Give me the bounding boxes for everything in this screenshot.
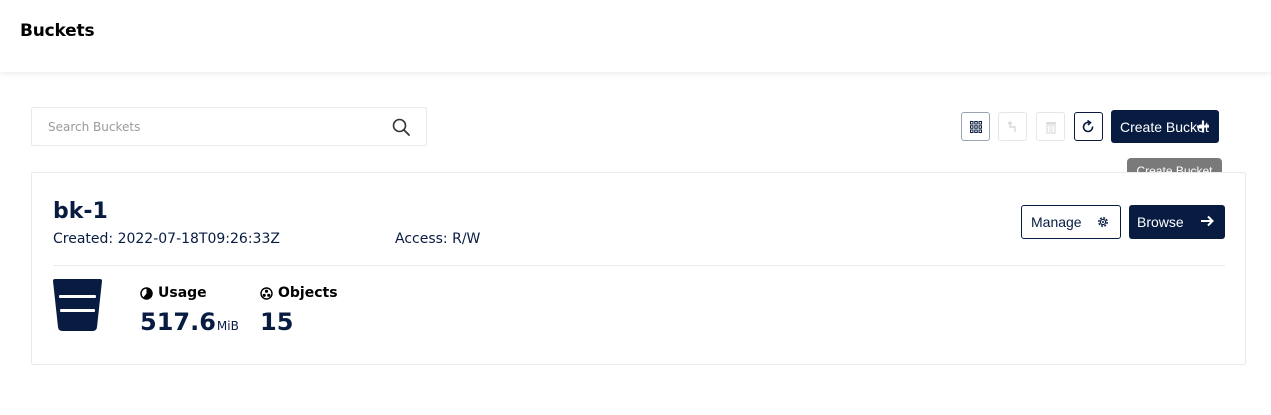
create-bucket-label: Create Bucket: [1120, 118, 1209, 135]
bucket-name[interactable]: bk-1: [53, 199, 108, 224]
usage-label: Usage: [158, 285, 207, 301]
delete-icon: [1045, 121, 1056, 134]
bucket-created: Created: 2022-07-18T09:26:33Z: [53, 231, 280, 247]
refresh-icon: [1082, 119, 1094, 132]
objects-icon: [260, 286, 273, 300]
manage-button[interactable]: Manage: [1021, 205, 1121, 239]
usage-value: 517.6: [140, 308, 216, 336]
pie-chart-icon: [140, 286, 153, 300]
objects-stat: Objects 15: [260, 285, 338, 336]
delete-button[interactable]: [1036, 112, 1065, 141]
refresh-button[interactable]: [1074, 112, 1103, 141]
card-divider: [53, 265, 1225, 266]
grid-view-button[interactable]: [961, 112, 990, 141]
search-input[interactable]: [48, 118, 378, 136]
arrow-right-icon: [1201, 215, 1214, 227]
bucket-access: Access: R/W: [395, 231, 481, 247]
manage-label: Manage: [1031, 214, 1082, 230]
browse-label: Browse: [1137, 214, 1184, 230]
bucket-icon: [53, 279, 102, 331]
usage-stat: Usage 517.6MiB: [140, 285, 239, 336]
browse-button[interactable]: Browse: [1129, 205, 1225, 239]
gear-icon: [1098, 217, 1108, 227]
replication-icon: [1007, 120, 1016, 132]
top-bar: Buckets: [0, 0, 1271, 72]
grid-icon: [969, 120, 982, 133]
search-icon[interactable]: [392, 118, 410, 136]
usage-unit: MiB: [216, 319, 239, 333]
objects-label: Objects: [278, 285, 338, 301]
plus-icon: [1197, 120, 1209, 133]
create-bucket-button[interactable]: Create Bucket: [1111, 110, 1219, 143]
bucket-card: bk-1 Created: 2022-07-18T09:26:33Z Acces…: [31, 172, 1246, 365]
replication-button[interactable]: [998, 112, 1027, 141]
search-box[interactable]: [31, 107, 427, 146]
page-title: Buckets: [20, 21, 95, 41]
objects-value: 15: [260, 308, 294, 336]
